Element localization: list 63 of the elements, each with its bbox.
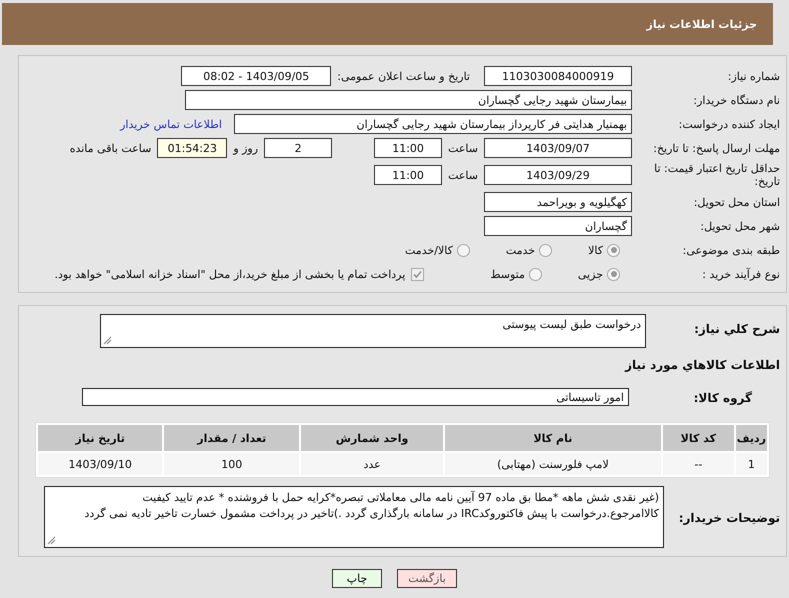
- field-label: حداقل تاریخ اعتبار قیمت: تا تاریخ:: [653, 162, 780, 188]
- print-button[interactable]: چاپ: [332, 569, 382, 588]
- input-field[interactable]: 1403/09/07: [484, 138, 632, 158]
- radio-button[interactable]: [607, 244, 620, 256]
- resize-grip-icon[interactable]: [47, 536, 56, 545]
- section-title: اطلاعات کالاهاي مورد نياز: [624, 358, 780, 372]
- column-header: تاریخ نیاز: [38, 425, 162, 451]
- table-cell: عدد: [301, 453, 443, 475]
- field-label: گروه کالا:: [692, 391, 753, 405]
- column-header: تعداد / مقدار: [164, 425, 300, 451]
- radio-button[interactable]: [607, 268, 620, 280]
- notes-field[interactable]: (غیر نقدی شش ماهه *مطا بق ماده 97 آیین نامه مالی معاملاتی تبصره*کرایه حمل با فروشنده * عدم تایید کیفیت کالاامرجوع.درخواست با پیش فاکتوروکدIRC در سامانه بارگذاری گردد .)تاخیر در پرداخت مشمول خسارت تاخیر تادیه نمی گردد: [44, 486, 664, 548]
- input-field[interactable]: امور تاسیساتی: [82, 388, 629, 406]
- input-field[interactable]: گچساران: [484, 216, 632, 236]
- radio-label: متوسط: [490, 268, 525, 280]
- input-field[interactable]: بیمارستان شهید رجایی گچساران: [185, 90, 632, 110]
- field-label: شهر محل تحویل:: [699, 220, 780, 232]
- field-label: شماره نیاز:: [726, 70, 780, 82]
- field-label: روز و: [233, 142, 258, 154]
- column-header: رديف: [736, 425, 767, 451]
- field-label: استان محل تحویل:: [692, 196, 780, 208]
- input-field[interactable]: 2: [264, 138, 332, 158]
- input-field[interactable]: 1403/09/05 - 08:02: [181, 66, 332, 86]
- radio-label: کالا: [588, 244, 603, 256]
- column-header: نام کالا: [444, 425, 661, 451]
- column-header: کد کالا: [662, 425, 734, 451]
- field-label: ساعت: [448, 168, 478, 182]
- resize-grip-icon[interactable]: [103, 336, 112, 345]
- description-field[interactable]: درخواست طبق لیست پیوستی: [100, 314, 646, 348]
- table-cell: لامپ فلورسنت (مهتابی): [444, 453, 661, 475]
- field-label: تاریخ و ساعت اعلان عمومی:: [337, 70, 470, 82]
- table-cell: 1403/09/10: [38, 453, 162, 475]
- field-label: شرح کلي نياز:: [693, 322, 780, 336]
- field-label: مهلت ارسال پاسخ: تا تاریخ:: [652, 142, 780, 154]
- field-label: ساعت باقی مانده: [70, 142, 152, 154]
- table-cell: 1: [736, 453, 767, 475]
- input-field[interactable]: 11:00: [374, 165, 442, 185]
- back-button[interactable]: بازگشت: [397, 569, 457, 588]
- checkbox[interactable]: [411, 268, 424, 280]
- column-header: واحد شمارش: [301, 425, 443, 451]
- input-field[interactable]: 1403/09/29: [484, 165, 632, 185]
- field-label: توضیحات خریدار:: [678, 511, 780, 525]
- field-label: ساعت: [448, 142, 478, 154]
- input-field[interactable]: 11:00: [374, 138, 442, 158]
- input-field[interactable]: بهمنیار هدایتی فر کارپرداز بیمارستان شهید رجایی گچساران: [234, 114, 632, 134]
- field-label: نوع فرآیند خرید :: [701, 268, 780, 280]
- field-label: نام دستگاه خریدار:: [692, 94, 780, 106]
- page-header: جزئیات اطلاعات نیاز: [2, 3, 773, 45]
- input-field[interactable]: کهگیلویه و بویراحمد: [484, 192, 632, 212]
- table-cell: --: [662, 453, 734, 475]
- radio-button[interactable]: [539, 244, 552, 256]
- table-cell: 100: [164, 453, 300, 475]
- radio-label: جزیی: [578, 268, 603, 280]
- contact-link[interactable]: اطلاعات تماس خریدار: [120, 118, 222, 130]
- field-label: ایجاد کننده درخواست:: [678, 118, 780, 130]
- radio-button[interactable]: [456, 244, 470, 256]
- field-label: طبقه بندی موضوعی:: [682, 244, 780, 256]
- radio-label: کالا/خدمت: [405, 244, 453, 256]
- radio-label: خدمت: [506, 244, 536, 256]
- input-field[interactable]: 01:54:23: [157, 138, 228, 158]
- payment-note: پرداخت تمام یا بخشی از مبلغ خرید،از محل "اسناد خزانه اسلامی" خواهد بود.: [54, 268, 406, 280]
- input-field[interactable]: 1103030084000919: [484, 66, 632, 86]
- radio-button[interactable]: [528, 268, 542, 280]
